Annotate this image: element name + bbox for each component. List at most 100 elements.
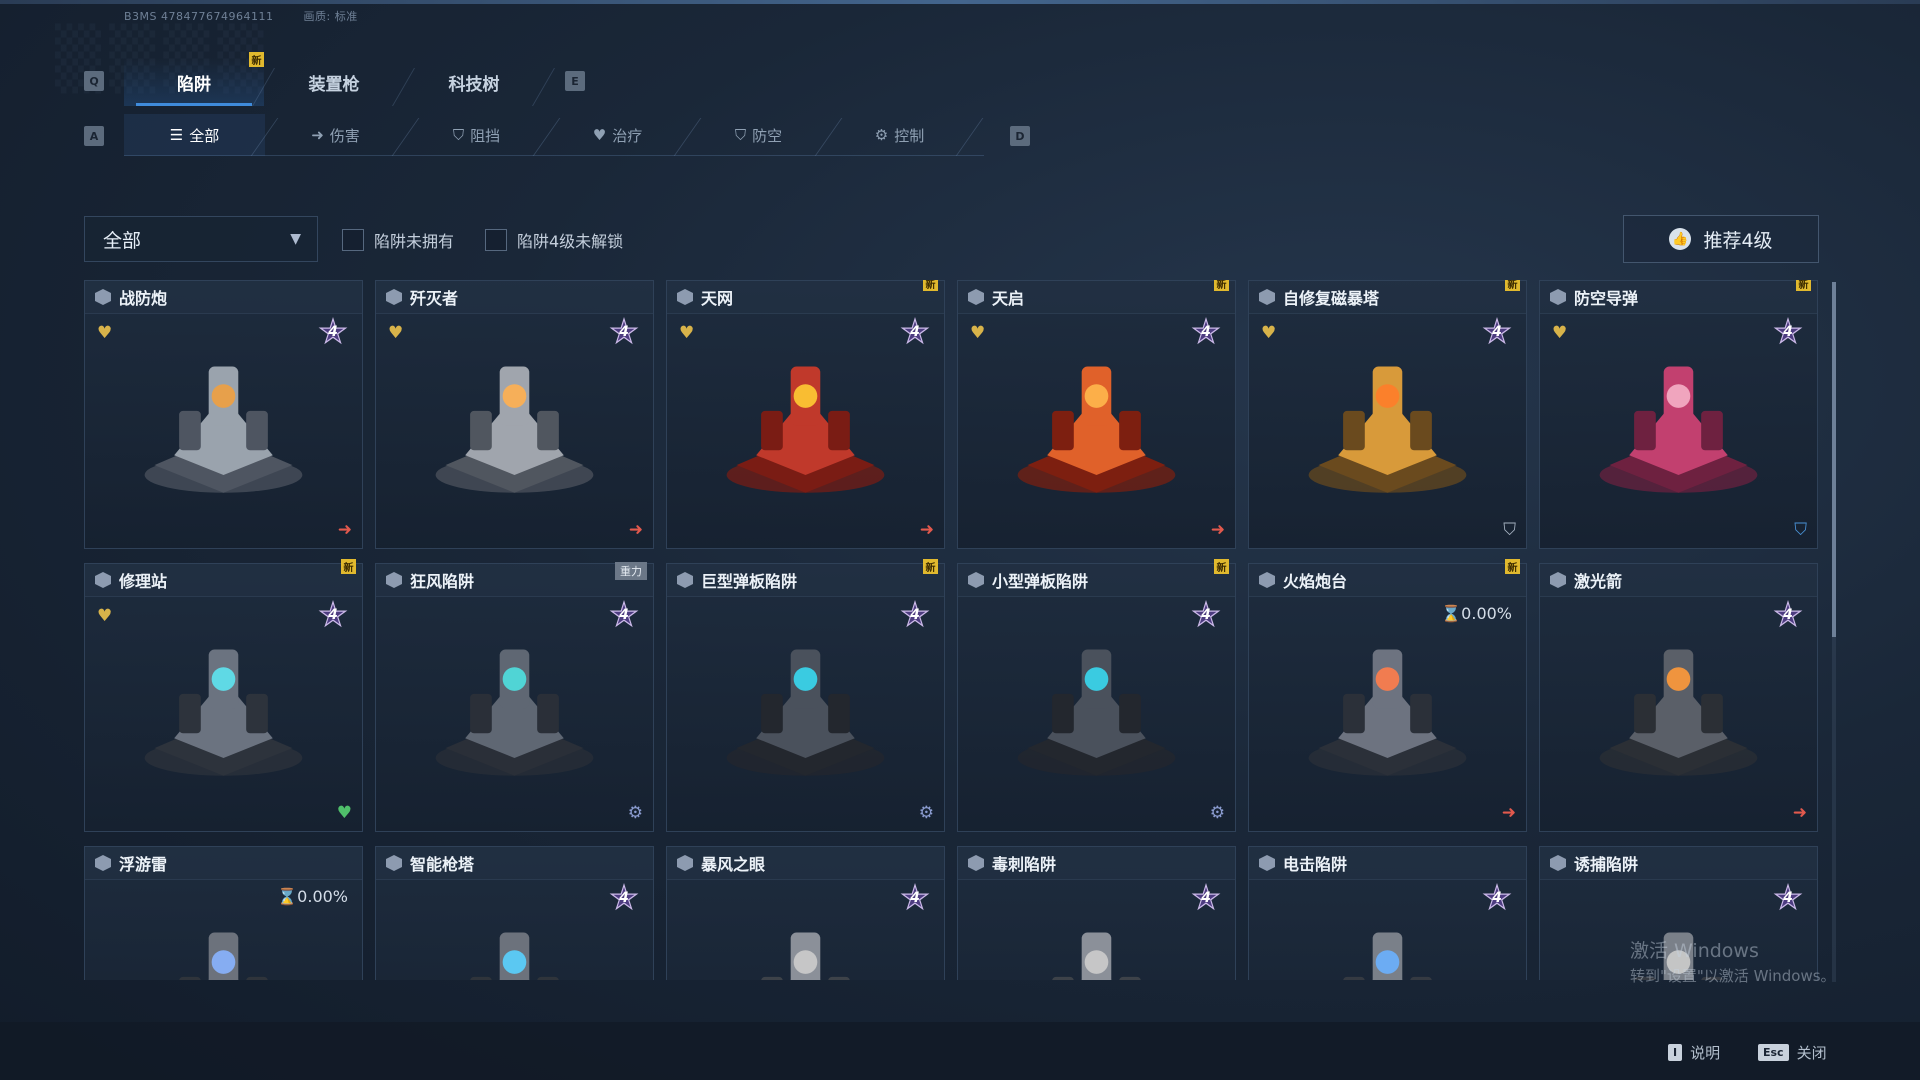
trap-name: 小型弹板陷阱 [992,572,1089,591]
trap-name: 激光箭 [1574,572,1623,591]
trap-card[interactable]: 狂风陷阱 重力 4 ⚙ [375,562,654,832]
prev-tab-key[interactable]: Q [84,71,104,91]
trap-artwork [1017,366,1176,493]
trap-artwork [470,932,559,980]
main-tabs: 陷阱 新 装置枪 科技树 [124,52,544,106]
gravity-tag: 重力 [615,562,647,580]
tab-label: 装置枪 [308,74,360,95]
trap-cube-icon [386,855,402,871]
activation-title: 激活 Windows [1630,940,1759,962]
lv4-locked-checkbox[interactable]: 陷阱4级未解锁 [485,228,623,252]
trap-card[interactable]: 歼灭者 ♥ 4 ➜ [375,280,654,549]
trap-cube-icon [968,855,984,871]
favorite-heart-icon[interactable]: ♥ [388,323,403,343]
trap-name: 毒刺陷阱 [992,855,1057,874]
trap-artwork [1343,932,1432,980]
card-header: 战防炮 [85,281,362,314]
trap-card[interactable]: 天网新 ♥ 4 ➜ [666,280,945,549]
recommend-label: 推荐4级 [1703,229,1773,252]
top-accent-line [0,0,1920,4]
trap-card[interactable]: 电击陷阱 4 [1248,846,1527,980]
scrollbar-thumb[interactable] [1832,282,1836,637]
quality-label: 画质: 标准 [303,10,358,23]
trap-card[interactable]: 浮游雷 ⌛0.00% [84,846,363,980]
trap-name: 电击陷阱 [1283,855,1348,874]
prev-category-key[interactable]: A [84,126,104,146]
filter-dropdown[interactable]: 全部 ▼ [84,216,318,262]
trap-artwork [726,649,885,776]
favorite-heart-icon[interactable]: ♥ [97,606,112,626]
tab-traps[interactable]: 陷阱 新 [124,52,264,106]
category-heal[interactable]: ♥ 治疗 [547,114,688,156]
trap-card[interactable]: 防空导弹新 ♥ 4 ⛉ [1539,280,1818,549]
trap-artwork [144,649,303,776]
card-header: 小型弹板陷阱 [958,564,1235,597]
scrollbar[interactable] [1832,282,1836,982]
favorite-heart-icon[interactable]: ♥ [1261,323,1276,343]
tab-label: 陷阱 [177,74,211,95]
card-header: 诱捕陷阱 [1540,847,1817,880]
trap-artwork [435,366,594,493]
category-label: 防空 [752,126,783,145]
session-info: B3MS 478477674964111 画质: 标准 [124,8,384,24]
trap-card[interactable]: 智能枪塔 4 [375,846,654,980]
windows-activation-watermark: 激活 Windows 转到"设置"以激活 Windows。 [1630,936,1836,986]
card-header: 歼灭者 [376,281,653,314]
checkbox-box[interactable] [485,229,507,251]
favorite-heart-icon[interactable]: ♥ [970,323,985,343]
trap-card[interactable]: 毒刺陷阱 4 [957,846,1236,980]
close-button[interactable]: Esc 关闭 [1758,1042,1827,1063]
trap-cube-icon [677,289,693,305]
footer-bar [0,1022,1920,1080]
card-header: 自修复磁暴塔 [1249,281,1526,314]
trap-card[interactable]: 暴风之眼 4 [666,846,945,980]
trap-card[interactable]: 激光箭 4 ➜ [1539,563,1818,832]
trap-artwork [1052,932,1141,980]
thumbs-up-icon: 👍 [1669,228,1692,250]
arrow-right-icon: ➜ [311,126,324,144]
tab-tech-tree[interactable]: 科技树 [404,58,544,106]
air-defense-icon: ⛉ [734,126,747,144]
trap-grid: 战防炮 ♥ 4 ➜ 歼灭者 ♥ 4 ➜ 天网新 ♥ 4 ➜ 天启新 ♥ 4 ➜ 自修复磁暴塔新 ♥ 4 ⛉ 防空导弹新 ♥… [84,280,1824,980]
shield-icon: ⛉ [452,126,465,144]
dropdown-value: 全部 [103,229,142,252]
trap-card[interactable]: 巨型弹板陷阱新 4 ⚙ [666,559,945,832]
not-owned-checkbox[interactable]: 陷阱未拥有 [342,228,454,252]
next-category-key[interactable]: D [1010,126,1030,146]
recommend-lv4-button[interactable]: 👍 推荐4级 [1623,215,1819,263]
damage-arrow-icon: ➜ [1501,803,1516,823]
next-tab-key[interactable]: E [565,71,585,91]
card-header: 修理站 [85,564,362,597]
help-button[interactable]: I 说明 [1668,1042,1720,1063]
checkbox-box[interactable] [342,229,364,251]
gear-icon: ⚙ [1209,803,1225,823]
gear-icon: ⚙ [874,126,889,144]
trap-card[interactable]: 小型弹板陷阱新 4 ⚙ [957,559,1236,832]
trap-cube-icon [95,855,111,871]
session-id: B3MS 478477674964111 [124,10,274,23]
trap-card[interactable]: 火焰炮台新 ⌛0.00% ➜ [1248,559,1527,832]
trap-name: 浮游雷 [119,855,168,874]
trap-card[interactable]: 修理站新 ♥ 4 ♥ [84,559,363,832]
favorite-heart-icon[interactable]: ♥ [1552,323,1567,343]
tab-device-guns[interactable]: 装置枪 [264,58,404,106]
trap-cube-icon [677,572,693,588]
category-all[interactable]: ☰ 全部 [124,114,265,156]
trap-cube-icon [1259,289,1275,305]
category-damage[interactable]: ➜ 伤害 [265,114,406,156]
trap-cube-icon [968,572,984,588]
trap-card[interactable]: 自修复磁暴塔新 ♥ 4 ⛉ [1248,280,1527,549]
card-header: 智能枪塔 [376,847,653,880]
category-control[interactable]: ⚙ 控制 [829,114,970,156]
favorite-heart-icon[interactable]: ♥ [679,323,694,343]
trap-card[interactable]: 天启新 ♥ 4 ➜ [957,280,1236,549]
favorite-heart-icon[interactable]: ♥ [97,323,112,343]
card-header: 激光箭 [1540,564,1817,597]
trap-artwork [1599,366,1758,493]
trap-cube-icon [968,289,984,305]
heal-heart-icon: ♥ [336,803,352,823]
category-block[interactable]: ⛉ 阻挡 [406,114,547,156]
trap-card[interactable]: 战防炮 ♥ 4 ➜ [84,280,363,549]
category-label: 全部 [189,126,220,145]
category-air-defense[interactable]: ⛉ 防空 [688,114,829,156]
